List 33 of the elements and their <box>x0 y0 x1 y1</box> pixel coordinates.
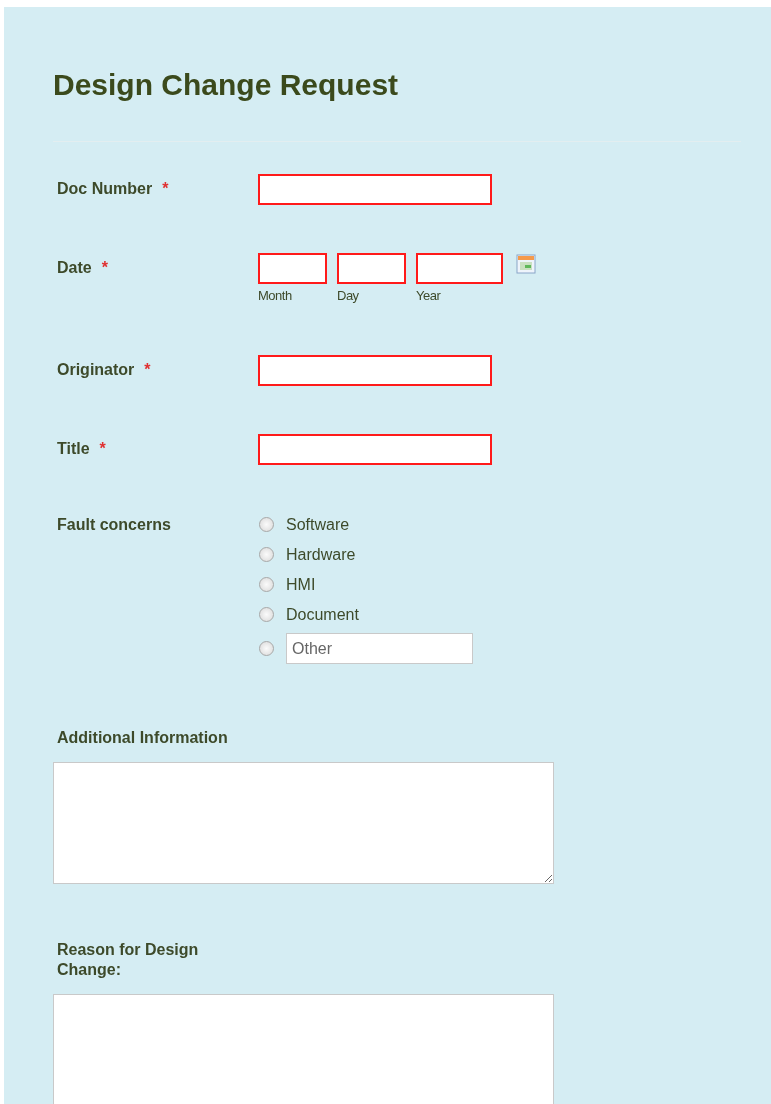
required-mark: * <box>144 360 151 380</box>
field-sublabel: Day <box>337 288 360 303</box>
required-mark: * <box>99 439 106 459</box>
text-area[interactable] <box>53 762 554 884</box>
field-sublabel: Month <box>258 288 293 303</box>
field-label: Additional Information <box>57 728 229 748</box>
field-label: Date <box>57 258 92 278</box>
option-label: Software <box>286 515 350 534</box>
text-field[interactable] <box>258 355 492 386</box>
radio-button[interactable] <box>259 607 274 622</box>
option-label: Document <box>286 605 359 624</box>
radio-button[interactable] <box>259 547 274 562</box>
field-label: Fault concerns <box>57 515 171 535</box>
date-field[interactable] <box>258 253 327 284</box>
field-label: Originator <box>57 360 135 380</box>
text-field[interactable] <box>258 174 492 205</box>
required-mark: * <box>162 179 169 199</box>
radio-button[interactable] <box>259 577 274 592</box>
option-label: HMI <box>286 575 316 594</box>
radio-button[interactable] <box>259 641 274 656</box>
field-label: Title <box>57 439 90 459</box>
calendar-icon[interactable] <box>516 254 536 274</box>
date-field[interactable] <box>416 253 503 284</box>
option-label: Hardware <box>286 545 356 564</box>
required-mark: * <box>101 258 108 278</box>
field-label: Reason for Design Change: <box>57 940 200 980</box>
field-sublabel: Year <box>416 288 442 303</box>
form-title: Design Change Request <box>53 67 399 103</box>
date-field[interactable] <box>337 253 406 284</box>
text-field[interactable] <box>258 434 492 465</box>
other-field[interactable]: Other <box>286 633 473 664</box>
field-label: Doc Number <box>57 179 153 199</box>
radio-button[interactable] <box>259 517 274 532</box>
